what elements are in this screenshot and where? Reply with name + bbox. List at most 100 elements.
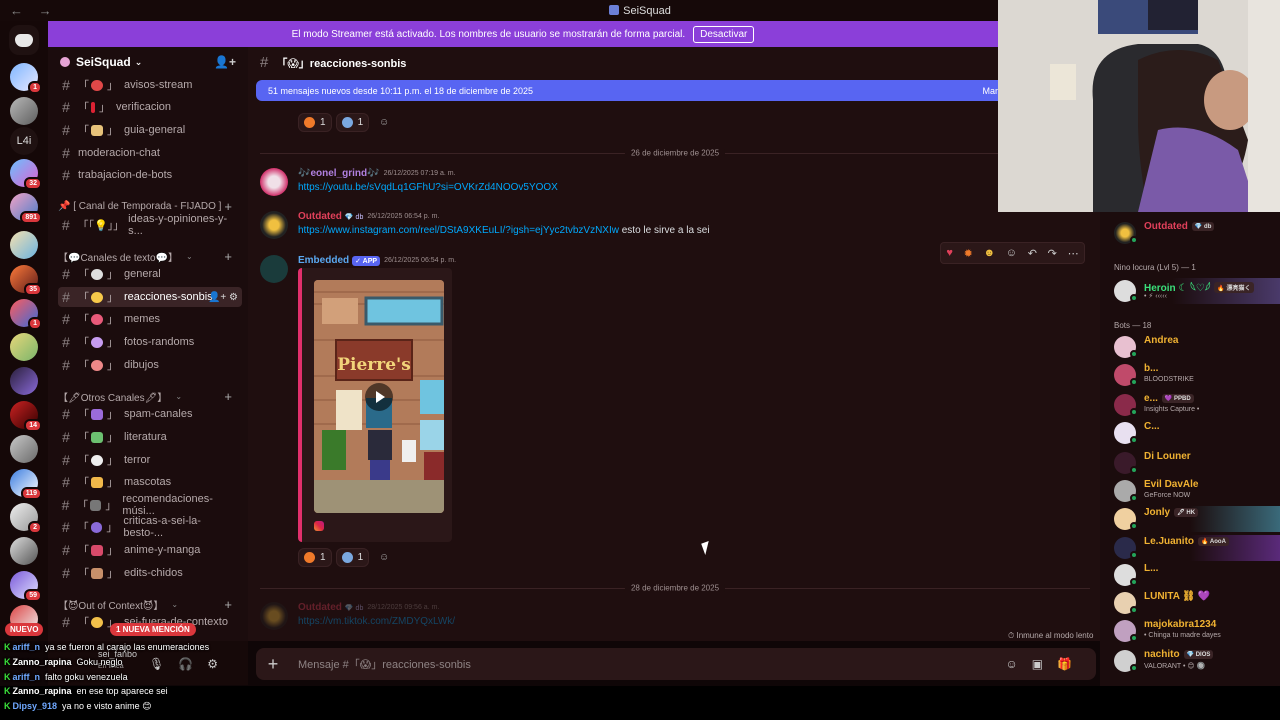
author-name[interactable]: Outdated [298, 602, 342, 613]
member-item[interactable]: Andrea [1114, 334, 1274, 360]
status-dot [1130, 551, 1138, 559]
channel-anime-y-manga[interactable]: # 「」 anime-y-manga [58, 540, 238, 560]
server-icon[interactable]: 14 [10, 401, 42, 432]
author-name[interactable]: Embedded [298, 255, 349, 266]
member-item[interactable]: LUNITA ⛓ 💜 [1114, 590, 1274, 616]
server-icon[interactable] [10, 435, 38, 463]
server-icon[interactable] [10, 97, 38, 125]
member-item[interactable]: nachito 💎 DIOS VALORANT • 😊 🔘 [1114, 648, 1274, 674]
webcam-overlay [998, 0, 1280, 212]
reaction-custom[interactable]: 1 [335, 113, 370, 132]
member-item[interactable]: L... [1114, 562, 1274, 588]
emoji-icon[interactable]: ☺ [1005, 657, 1031, 671]
attach-plus-button[interactable]: + [256, 654, 290, 675]
add-channel-icon[interactable]: + [224, 249, 232, 264]
server-icon[interactable]: 59 [10, 571, 42, 602]
server-icon[interactable]: 1 [10, 299, 42, 330]
new-mention-pill[interactable]: 1 NUEVA MENCIÓN [110, 623, 196, 636]
member-item[interactable]: Evil DavAle GeForce NOW [1114, 478, 1274, 504]
gift-icon[interactable]: 🎁 [1057, 657, 1086, 671]
channel-recomendaciones-musica[interactable]: # 「」 recomendaciones-músi... [58, 493, 238, 517]
channel-moderacion-chat[interactable]: # moderacion-chat [58, 143, 238, 163]
add-reaction-icon[interactable]: ☺ [373, 113, 395, 132]
channel-terror[interactable]: # 「」 terror [58, 450, 238, 470]
message-input[interactable]: Mensaje #「😱」reacciones-sonbis [298, 656, 471, 672]
message-link[interactable]: https://youtu.be/sVqdLq1GFhU?si=OVKrZd4N… [298, 182, 558, 193]
hash-icon: # [62, 542, 70, 558]
gif-icon[interactable]: ▣ [1032, 657, 1057, 671]
category-canal-de-temporada[interactable]: 📌 [ Canal de Temporada - FIJADO ] + [58, 198, 238, 214]
channel-reacciones-sonbis[interactable]: # 「」 reacciones-sonbis 👤+ ⚙ [58, 287, 242, 307]
channel-spam-canales[interactable]: # 「」 spam-canales [58, 404, 238, 424]
reaction-fire[interactable]: 1 [298, 113, 332, 132]
channel-memes[interactable]: # 「」 memes [58, 309, 238, 329]
channel-ideas-y-opiniones[interactable]: # 「「💡」」 ideas-y-opiniones-y-s... [58, 213, 238, 237]
channel-emoji [91, 291, 103, 303]
server-icon[interactable] [10, 231, 38, 259]
channel-verificacion[interactable]: # 「」 verificacion [58, 97, 238, 117]
category-out-of-context[interactable]: 【😈Out of Context😈】 ⌄ + [58, 596, 238, 612]
channel-guia-general[interactable]: # 「」 guia-general [58, 120, 238, 140]
channel-literatura[interactable]: # 「」 literatura [58, 427, 238, 447]
server-icon[interactable]: 35 [10, 265, 42, 296]
channel-trabajacion-de-bots[interactable]: # trabajacion-de-bots [58, 165, 238, 185]
channel-edits-chidos[interactable]: # 「」 edits-chidos [58, 563, 238, 583]
disable-streamer-button[interactable]: Desactivar [693, 25, 755, 43]
video-thumbnail[interactable]: Pierre's [314, 280, 444, 513]
invite-people-icon[interactable]: 👤+ [214, 55, 236, 69]
server-icon[interactable]: 1 [10, 63, 42, 94]
member-item[interactable]: Outdated 💎 db [1114, 220, 1274, 246]
mark-read-link[interactable]: Mar [983, 86, 999, 96]
server-icon[interactable]: 119 [10, 469, 42, 500]
channel-general[interactable]: # 「」 general [58, 264, 238, 284]
video-embed[interactable]: Pierre's [298, 268, 452, 542]
add-channel-icon[interactable]: + [224, 199, 232, 214]
category-otros-canales[interactable]: 【🖋Otros Canales🖋】 ⌄ + [58, 388, 238, 404]
server-icon[interactable] [10, 367, 38, 395]
member-item[interactable]: C... [1114, 420, 1274, 446]
member-item[interactable]: e... 💜 PPBD Insights Capture • [1114, 392, 1274, 418]
member-item[interactable]: Heroin ☾ 𓆩♡𓆪 🔥 漂亮猫く • ⚡ ‹‹‹‹‹ [1114, 278, 1274, 304]
message-link[interactable]: https://vm.tiktok.com/ZMDYQxLWk/ [298, 616, 455, 627]
member-item[interactable]: b... BLOODSTRIKE [1114, 362, 1274, 388]
new-unreads-pill[interactable]: NUEVO [5, 623, 44, 636]
server-icon[interactable] [10, 537, 38, 565]
server-icon[interactable] [10, 333, 38, 361]
author-name[interactable]: Outdated [298, 211, 342, 222]
play-icon[interactable] [365, 382, 393, 411]
add-channel-icon[interactable]: + [224, 389, 232, 404]
channel-dibujos[interactable]: # 「」 dibujos [58, 355, 238, 375]
channel-avisos-stream[interactable]: # 「」 avisos-stream [58, 75, 238, 95]
stream-chat-line: K Zanno_rapina Goku neglo [4, 657, 123, 667]
new-messages-bar[interactable]: 51 mensajes nuevos desde 10:11 p.m. el 1… [256, 80, 998, 101]
avatar[interactable] [260, 255, 288, 283]
discord-home-button[interactable] [9, 25, 39, 55]
channel-criticas-a-sei[interactable]: # 「」 criticas-a-sei-la-besto-... [58, 515, 238, 539]
stream-chat-line: K Dipsy_918 ya no e visto anime 😊 [4, 701, 152, 711]
channel-fotos-randoms[interactable]: # 「」 fotos-randoms [58, 332, 238, 352]
server-icon[interactable]: 2 [10, 503, 42, 534]
server-folder[interactable]: 32 [10, 159, 42, 190]
category-canales-de-texto[interactable]: 【💬Canales de texto💬】 ⌄ + [58, 248, 238, 264]
server-icon-l4i[interactable]: L4i [10, 127, 38, 155]
channel-mascotas[interactable]: # 「」 mascotas [58, 472, 238, 492]
author-name[interactable]: 🎶eonel_grind🎶 [298, 168, 380, 179]
member-item[interactable]: majokabra1234 • Chinga tu madre dayes [1114, 618, 1274, 644]
server-header[interactable]: SeiSquad ⌄ 👤+ [48, 47, 248, 77]
chevron-down-icon: ⌄ [171, 599, 179, 609]
avatar[interactable] [260, 211, 288, 239]
channel-name: dibujos [124, 359, 159, 371]
server-folder[interactable]: 891 [10, 193, 42, 224]
member-item[interactable]: Di Louner [1114, 450, 1274, 476]
reaction-custom[interactable]: 1 [335, 548, 370, 567]
member-item[interactable]: Le.Juanito 🔥 AooA [1114, 535, 1274, 561]
add-channel-icon[interactable]: + [224, 597, 232, 612]
reaction-fire[interactable]: 1 [298, 548, 332, 567]
avatar[interactable] [260, 168, 288, 196]
member-item[interactable]: Jonly 🖋 HK [1114, 506, 1274, 532]
status-dot [1130, 408, 1138, 416]
add-reaction-icon[interactable]: ☺ [373, 548, 395, 567]
message-link[interactable]: https://www.instagram.com/reel/DStA9XKEu… [298, 225, 619, 236]
avatar[interactable] [260, 602, 288, 630]
channel-settings-icons[interactable]: 👤+ ⚙ [208, 292, 238, 303]
